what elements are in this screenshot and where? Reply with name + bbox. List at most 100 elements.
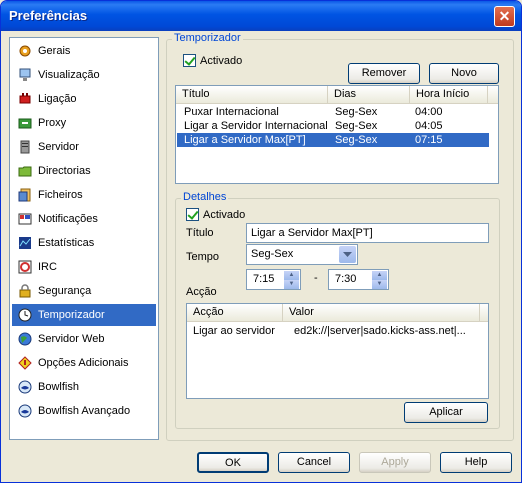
cell-title: Ligar a Servidor Internacional	[184, 120, 328, 132]
lock-icon	[16, 283, 34, 299]
sidebar-item-label: Ficheiros	[38, 189, 83, 201]
cell-days: Seg-Sex	[335, 134, 378, 146]
actions-list[interactable]: Acção Valor Ligar ao servidor ed2k://|se…	[186, 303, 489, 399]
apply-button[interactable]: Apply	[359, 452, 431, 473]
sidebar-item-label: Notificações	[38, 213, 98, 225]
cell-start: 04:00	[415, 106, 443, 118]
table-row[interactable]: Ligar ao servidor ed2k://|server|sado.ki…	[188, 324, 488, 338]
sidebar-item-label: Temporizador	[38, 309, 105, 321]
statistics-icon	[16, 235, 34, 251]
sidebar-item-label: Visualização	[38, 69, 100, 81]
spin-down-icon[interactable]: ▼	[372, 280, 387, 289]
remove-button[interactable]: Remover	[348, 63, 420, 84]
details-enabled-checkbox[interactable]: Activado	[186, 208, 245, 221]
server-icon	[16, 139, 34, 155]
column-header-days[interactable]: Dias	[328, 86, 410, 104]
sidebar-item-irc[interactable]: IRC	[12, 256, 156, 278]
start-time-stepper[interactable]: 7:15 ▲ ▼	[246, 269, 301, 290]
spin-down-icon[interactable]: ▼	[284, 280, 299, 289]
sidebar-item-servidor[interactable]: Servidor	[12, 136, 156, 158]
bowlfish-advanced-icon	[16, 403, 34, 419]
action-label: Acção	[186, 286, 217, 298]
sidebar-item-opcoes-adicionais[interactable]: Opções Adicionais	[12, 352, 156, 374]
sidebar-item-label: Servidor	[38, 141, 79, 153]
spin-up-icon[interactable]: ▲	[372, 271, 387, 280]
sidebar-item-label: Ligação	[38, 93, 77, 105]
sidebar-item-label: Opções Adicionais	[38, 357, 129, 369]
cell-start: 04:05	[415, 120, 443, 132]
details-enabled-label: Activado	[203, 208, 246, 221]
title-input[interactable]: Ligar a Servidor Max[PT]	[246, 223, 489, 243]
cell-start: 07:15	[415, 134, 443, 146]
ok-button[interactable]: OK	[197, 452, 269, 473]
preferences-window: Preferências ✕ Gerais Visualização Ligaç…	[0, 0, 522, 483]
sidebar-item-directorias[interactable]: Directorias	[12, 160, 156, 182]
sidebar-item-seguranca[interactable]: Segurança	[12, 280, 156, 302]
column-header-value[interactable]: Valor	[283, 304, 480, 322]
sidebar-item-ficheiros[interactable]: Ficheiros	[12, 184, 156, 206]
scheduler-group-label: Temporizador	[172, 32, 243, 44]
cancel-button[interactable]: Cancel	[278, 452, 350, 473]
sidebar-item-servidor-web[interactable]: Servidor Web	[12, 328, 156, 350]
title-label: Título	[186, 227, 214, 239]
end-time-value: 7:30	[335, 273, 357, 285]
notification-icon	[16, 211, 34, 227]
cell-title: Puxar Internacional	[184, 106, 279, 118]
column-header-title[interactable]: Título	[176, 86, 328, 104]
monitor-icon	[16, 67, 34, 83]
spin-up-icon[interactable]: ▲	[284, 271, 299, 280]
sidebar-item-label: Gerais	[38, 45, 71, 57]
sidebar-item-proxy[interactable]: Proxy	[12, 112, 156, 134]
cell-action: Ligar ao servidor	[193, 325, 275, 337]
schedule-list[interactable]: Título Dias Hora Início Puxar Internacio…	[175, 85, 499, 184]
sidebar-item-notificacoes[interactable]: Notificações	[12, 208, 156, 230]
folder-icon	[16, 163, 34, 179]
sidebar-item-label: Segurança	[38, 285, 92, 297]
help-button[interactable]: Help	[440, 452, 512, 473]
chevron-down-icon[interactable]	[339, 246, 356, 263]
start-time-value: 7:15	[253, 273, 275, 285]
cell-value: ed2k://|server|sado.kicks-ass.net|...	[294, 325, 466, 337]
clock-icon	[16, 307, 34, 323]
gear-icon	[16, 43, 34, 59]
days-select-value: Seg-Sex	[251, 248, 294, 260]
preferences-nav-list[interactable]: Gerais Visualização Ligação Proxy Servid…	[9, 37, 159, 440]
sidebar-item-label: Bowlfish	[38, 381, 79, 393]
table-row-selected[interactable]: Ligar a Servidor Max[PT] Seg-Sex 07:15	[177, 133, 489, 147]
column-header-action[interactable]: Acção	[187, 304, 283, 322]
details-group-label: Detalhes	[181, 191, 229, 203]
irc-icon	[16, 259, 34, 275]
scheduler-enabled-checkbox[interactable]: Activado	[183, 54, 242, 67]
sidebar-item-estatisticas[interactable]: Estatísticas	[12, 232, 156, 254]
days-select[interactable]: Seg-Sex	[246, 244, 358, 265]
globe-icon	[16, 331, 34, 347]
connection-plug-icon	[16, 91, 34, 107]
bowlfish-icon	[16, 379, 34, 395]
end-time-stepper[interactable]: 7:30 ▲ ▼	[328, 269, 389, 290]
sidebar-item-label: Proxy	[38, 117, 67, 129]
sidebar-item-temporizador[interactable]: Temporizador	[12, 304, 156, 326]
new-button[interactable]: Novo	[429, 63, 499, 84]
file-icon	[16, 187, 34, 203]
cell-days: Seg-Sex	[335, 106, 378, 118]
apply-details-button[interactable]: Aplicar	[404, 402, 488, 423]
sidebar-item-visualizacao[interactable]: Visualização	[12, 64, 156, 86]
sidebar-item-ligacao[interactable]: Ligação	[12, 88, 156, 110]
checkbox-checked-icon	[186, 208, 199, 221]
sidebar-item-bowlfish-avancado[interactable]: Bowlfish Avançado	[12, 400, 156, 422]
cell-title: Ligar a Servidor Max[PT]	[184, 134, 306, 146]
column-header-start[interactable]: Hora Início	[410, 86, 488, 104]
close-button[interactable]: ✕	[494, 6, 515, 27]
proxy-icon	[16, 115, 34, 131]
window-title: Preferências	[9, 8, 88, 23]
sidebar-item-gerais[interactable]: Gerais	[12, 40, 156, 62]
table-row[interactable]: Puxar Internacional Seg-Sex 04:00	[177, 105, 489, 119]
sidebar-item-label: Directorias	[38, 165, 91, 177]
schedule-list-header: Título Dias Hora Início	[176, 86, 498, 104]
close-icon: ✕	[498, 8, 511, 24]
time-range-separator: -	[314, 272, 318, 284]
warning-icon	[16, 355, 34, 371]
table-row[interactable]: Ligar a Servidor Internacional Seg-Sex 0…	[177, 119, 489, 133]
sidebar-item-bowlfish[interactable]: Bowlfish	[12, 376, 156, 398]
title-bar[interactable]: Preferências ✕	[1, 1, 521, 31]
